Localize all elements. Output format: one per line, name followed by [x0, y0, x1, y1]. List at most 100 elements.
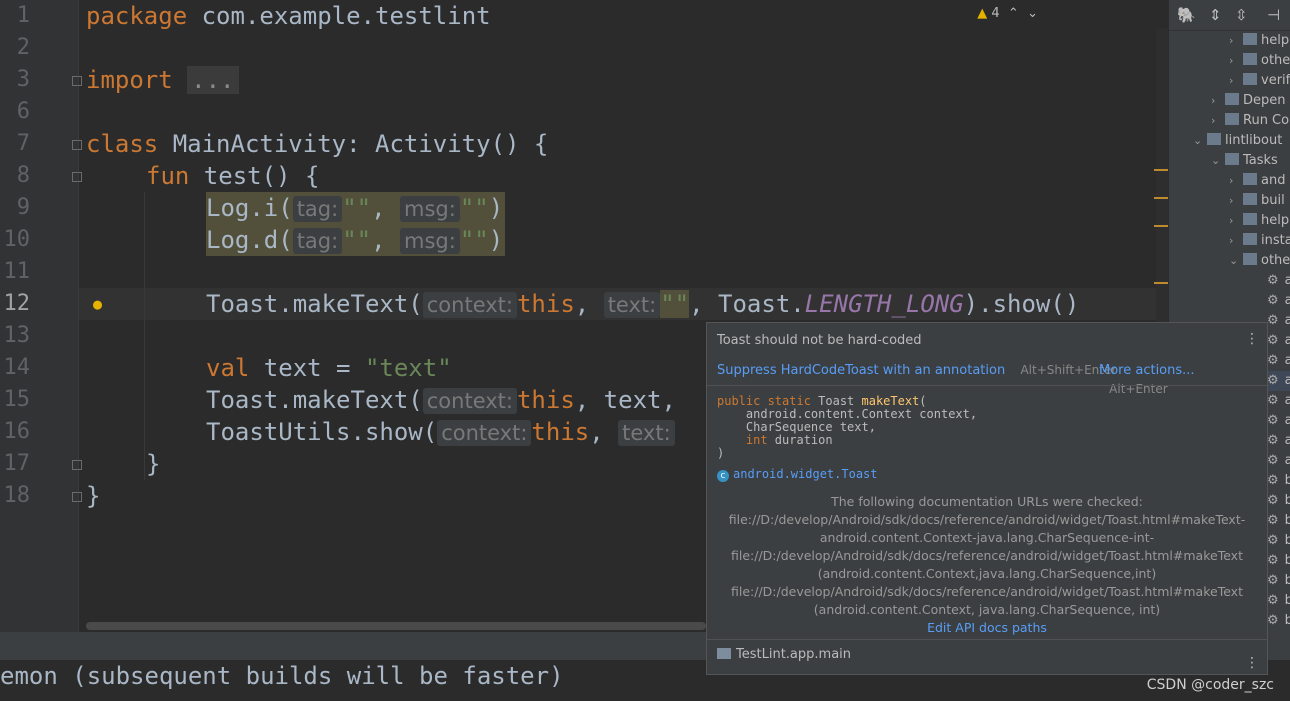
code-line[interactable]: ToastUtils.show(context: this, text:: [206, 416, 675, 448]
task-item[interactable]: ⚙a: [1267, 271, 1290, 291]
tree-item-label: othe: [1261, 253, 1290, 268]
string-literal-warning[interactable]: "": [660, 290, 690, 318]
inspection-widget[interactable]: ▲ 4 ⌃ ⌄: [977, 6, 1038, 21]
tree-item[interactable]: › Depen: [1211, 91, 1286, 111]
folder-icon: [1243, 53, 1257, 65]
tree-item[interactable]: › buil: [1229, 191, 1285, 211]
expand-all-icon[interactable]: ⇕: [1209, 6, 1222, 24]
folder-icon: [1243, 233, 1257, 245]
tree-item[interactable]: › help: [1229, 211, 1289, 231]
paren: (: [919, 394, 927, 408]
tree-item-label: buil: [1261, 193, 1285, 208]
module-name: TestLint.app.main: [736, 647, 852, 662]
tree-item[interactable]: › insta: [1229, 231, 1290, 251]
fold-marker-icon[interactable]: [72, 140, 82, 150]
task-item[interactable]: ⚙a: [1267, 391, 1290, 411]
tree-item[interactable]: › and: [1229, 171, 1285, 191]
collapse-all-icon[interactable]: ⇳: [1235, 6, 1248, 24]
lightbulb-icon[interactable]: ●: [93, 295, 102, 313]
line-number: 11: [3, 259, 31, 284]
chevron-down-icon[interactable]: ⌄: [1027, 6, 1038, 21]
task-item[interactable]: ⚙b: [1267, 591, 1290, 611]
task-item[interactable]: ⚙b: [1267, 491, 1290, 511]
horizontal-scrollbar[interactable]: [86, 622, 706, 630]
tree-item[interactable]: › verif: [1229, 71, 1290, 91]
tree-item-label: b: [1285, 533, 1290, 548]
warning-stripe-marker[interactable]: [1154, 225, 1168, 227]
more-options-icon[interactable]: ⋮: [1245, 655, 1259, 671]
method-name: makeText: [861, 394, 920, 408]
docs-url: android.content.Context-java.lang.CharSe…: [819, 530, 1155, 545]
task-item[interactable]: ⚙b: [1267, 531, 1290, 551]
fold-marker-icon[interactable]: [72, 460, 82, 470]
line-number: 18: [3, 483, 31, 508]
folder-icon: [1243, 73, 1257, 85]
tree-item-label: Depen: [1243, 93, 1286, 108]
code-line[interactable]: }: [146, 448, 160, 480]
fold-marker-icon[interactable]: [72, 492, 82, 502]
code-text: test() {: [189, 162, 320, 190]
tree-item[interactable]: › othe: [1229, 51, 1290, 71]
tree-item[interactable]: › help: [1229, 31, 1289, 51]
parameter-hint: tag:: [292, 228, 343, 254]
toggle-icon[interactable]: ⊣: [1267, 6, 1280, 24]
folder-icon: [1243, 213, 1257, 225]
code-line[interactable]: val text = "text": [206, 352, 452, 384]
code-line-current[interactable]: Toast.makeText(context: this, text: "", To…: [206, 288, 1079, 320]
task-item[interactable]: ⚙a: [1267, 351, 1290, 371]
task-item[interactable]: ⚙a: [1267, 311, 1290, 331]
tree-item-label: a: [1285, 373, 1290, 388]
fold-marker-icon[interactable]: [72, 172, 82, 182]
method-signature: public static Toast makeText( android.co…: [717, 395, 977, 460]
suppress-action-link[interactable]: Suppress HardCodeToast with an annotatio…: [717, 363, 1005, 378]
fold-marker-icon[interactable]: [72, 76, 82, 86]
task-item[interactable]: ⚙b: [1267, 611, 1290, 631]
tree-item-label: b: [1285, 513, 1290, 528]
code-text: com.example.testlint: [187, 2, 491, 30]
gear-icon: ⚙: [1267, 473, 1279, 488]
code-line[interactable]: import ...: [86, 64, 239, 96]
more-options-icon[interactable]: ⋮: [1245, 331, 1259, 347]
elephant-icon[interactable]: 🐘: [1177, 6, 1196, 24]
tree-item-label: a: [1285, 293, 1290, 308]
keyword: import: [86, 66, 173, 94]
chevron-up-icon[interactable]: ⌃: [1008, 6, 1019, 21]
tree-item[interactable]: ⌄ lintlibout: [1193, 131, 1282, 151]
code-line-warning[interactable]: Log.d(tag: "", msg: ""): [206, 224, 506, 256]
tree-item[interactable]: › Run Co: [1211, 111, 1289, 131]
chevron-right-icon: ›: [1229, 34, 1234, 47]
task-item[interactable]: ⚙b: [1267, 471, 1290, 491]
chevron-right-icon: ›: [1229, 54, 1234, 67]
task-item-selected[interactable]: ⚙a: [1267, 371, 1290, 391]
task-item[interactable]: ⚙a: [1267, 451, 1290, 471]
folded-imports[interactable]: ...: [187, 66, 239, 94]
tree-item-label: b: [1285, 473, 1290, 488]
warning-stripe-marker[interactable]: [1154, 197, 1168, 199]
task-item[interactable]: ⚙b: [1267, 571, 1290, 591]
edit-api-docs-link[interactable]: Edit API docs paths: [707, 619, 1267, 637]
tree-item-label: a: [1285, 393, 1290, 408]
warning-stripe-marker[interactable]: [1154, 169, 1168, 171]
task-item[interactable]: ⚙a: [1267, 331, 1290, 351]
task-item[interactable]: ⚙a: [1267, 431, 1290, 451]
task-item[interactable]: ⚙a: [1267, 291, 1290, 311]
docs-url: file://D:/develop/Android/sdk/docs/refer…: [731, 584, 1243, 599]
more-actions-link[interactable]: More actions...: [1099, 363, 1195, 378]
class-reference[interactable]: c android.widget.Toast: [717, 467, 878, 482]
code-line[interactable]: package com.example.testlint: [86, 0, 491, 32]
code-line[interactable]: class MainActivity: Activity() {: [86, 128, 548, 160]
task-item[interactable]: ⚙b: [1267, 511, 1290, 531]
parameter: android.content.Context context,: [717, 407, 978, 421]
parameter-hint: text:: [618, 420, 675, 446]
task-item[interactable]: ⚙b: [1267, 551, 1290, 571]
task-item[interactable]: ⚙a: [1267, 411, 1290, 431]
warning-stripe-marker[interactable]: [1154, 282, 1168, 284]
code-line-warning[interactable]: Log.i(tag: "", msg: ""): [206, 192, 506, 224]
tree-item[interactable]: ⌄ othe: [1229, 251, 1290, 271]
tree-item[interactable]: ⌄ Tasks: [1211, 151, 1278, 171]
tree-item-label: a: [1285, 353, 1290, 368]
code-line[interactable]: fun test() {: [146, 160, 319, 192]
chevron-right-icon: ›: [1211, 114, 1216, 127]
code-line[interactable]: Toast.makeText(context: this, text,: [206, 384, 676, 416]
code-line[interactable]: }: [86, 480, 100, 512]
